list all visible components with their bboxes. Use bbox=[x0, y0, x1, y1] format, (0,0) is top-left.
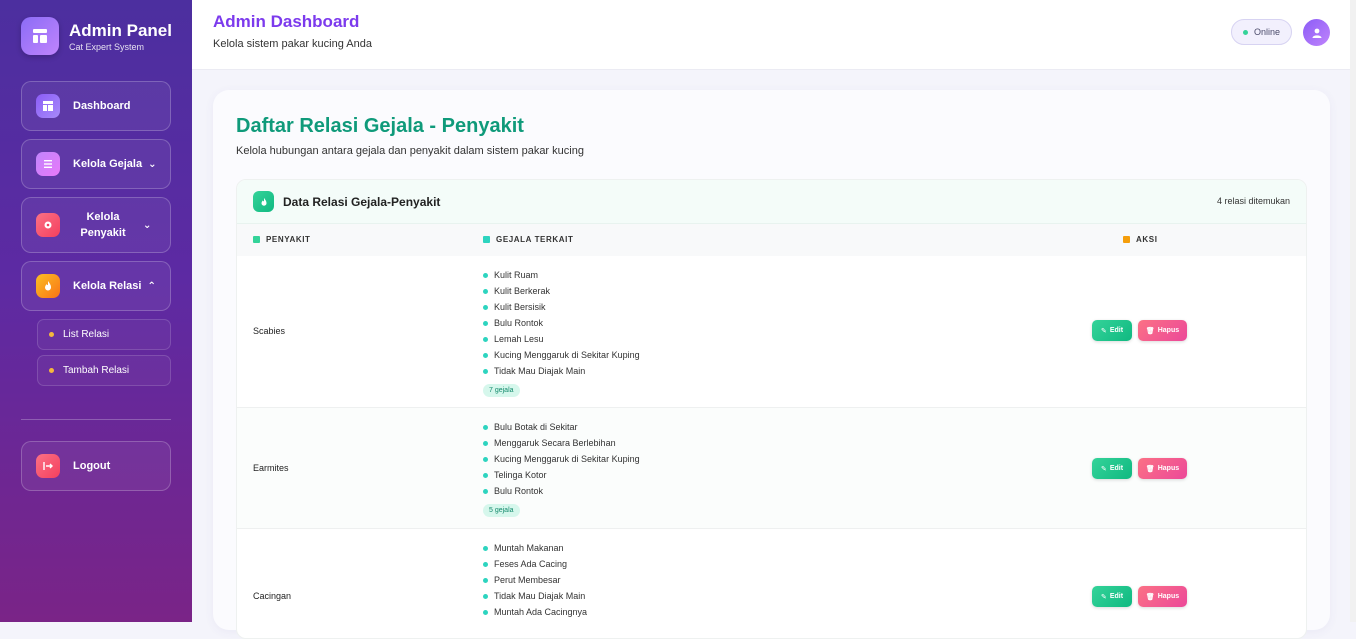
logout-icon bbox=[36, 454, 60, 478]
sidebar-item-label: Logout bbox=[73, 460, 111, 472]
bullet-icon bbox=[49, 332, 54, 337]
list-item: Kucing Menggaruk di Sekitar Kuping bbox=[483, 451, 640, 467]
online-dot-icon bbox=[1242, 29, 1248, 35]
list-item: Telinga Kotor bbox=[483, 467, 640, 483]
pencil-icon: ✎ bbox=[1100, 465, 1107, 473]
table-header: Data Relasi Gejala-Penyakit 4 relasi dit… bbox=[237, 180, 1306, 224]
scrollbar[interactable] bbox=[1350, 0, 1356, 622]
symptom-list: Muntah Makanan Feses Ada Cacing Perut Me… bbox=[483, 540, 587, 620]
pencil-icon: ✎ bbox=[1100, 593, 1107, 601]
list-item: Kucing Menggaruk di Sekitar Kuping bbox=[483, 347, 640, 363]
edit-button[interactable]: ✎ Edit bbox=[1092, 458, 1132, 479]
edit-button[interactable]: ✎ Edit bbox=[1092, 320, 1132, 341]
table-title: Data Relasi Gejala-Penyakit bbox=[283, 194, 441, 209]
main-card: Daftar Relasi Gejala - Penyakit Kelola h… bbox=[213, 90, 1330, 639]
bullet-icon bbox=[49, 368, 54, 373]
brand-subtitle: Cat Expert System bbox=[69, 41, 145, 52]
page-subtitle: Kelola hubungan antara gejala dan penyak… bbox=[236, 145, 584, 157]
column-headers: PENYAKIT GEJALA TERKAIT AKSI bbox=[237, 224, 1306, 256]
sidebar: Admin Panel Cat Expert System Dashboard … bbox=[0, 0, 192, 622]
delete-button[interactable]: 🗑 Hapus bbox=[1138, 586, 1187, 607]
dashboard-icon bbox=[36, 94, 60, 118]
list-item: Muntah Ada Cacingnya bbox=[483, 604, 587, 620]
sidebar-item-dashboard[interactable]: Dashboard bbox=[21, 81, 171, 131]
status-badge: Online bbox=[1231, 19, 1292, 45]
table-row: Cacingan Muntah Makanan Feses Ada Cacing… bbox=[237, 529, 1306, 638]
top-header: Admin Dashboard Kelola sistem pakar kuci… bbox=[192, 0, 1356, 70]
row-actions: ✎ Edit 🗑 Hapus bbox=[1092, 586, 1193, 607]
table-row: Earmites Bulu Botak di Sekitar Menggaruk… bbox=[237, 408, 1306, 529]
sidebar-subitem-label: Tambah Relasi bbox=[63, 365, 130, 376]
avatar[interactable] bbox=[1303, 19, 1330, 46]
delete-button[interactable]: 🗑 Hapus bbox=[1138, 458, 1187, 479]
column-header-gejala: GEJALA TERKAIT bbox=[483, 235, 573, 244]
list-item: Feses Ada Cacing bbox=[483, 556, 587, 572]
sidebar-item-kelola-relasi[interactable]: Kelola Relasi ⌃ bbox=[21, 261, 171, 311]
user-icon bbox=[1312, 28, 1321, 38]
sidebar-subitem-list-relasi[interactable]: List Relasi bbox=[37, 319, 171, 350]
page-title: Daftar Relasi Gejala - Penyakit bbox=[236, 115, 524, 137]
symptom-list: Bulu Botak di Sekitar Menggaruk Secara B… bbox=[483, 419, 640, 517]
disease-name: Scabies bbox=[253, 326, 286, 336]
disease-name: Cacingan bbox=[253, 591, 292, 601]
chevron-down-icon: ⌄ bbox=[148, 158, 157, 170]
list-item: Menggaruk Secara Berlebihan bbox=[483, 435, 640, 451]
sidebar-subitem-tambah-relasi[interactable]: Tambah Relasi bbox=[37, 355, 171, 386]
list-item: Bulu Rontok bbox=[483, 315, 640, 331]
list-item: Bulu Rontok bbox=[483, 483, 640, 499]
page-header-subtitle: Kelola sistem pakar kucing Anda bbox=[213, 38, 372, 50]
trash-icon: 🗑 bbox=[1145, 465, 1155, 473]
list-item: Bulu Botak di Sekitar bbox=[483, 419, 640, 435]
chevron-up-icon: ⌃ bbox=[147, 280, 156, 292]
trash-icon: 🗑 bbox=[1145, 327, 1155, 335]
sidebar-item-label: Kelola Penyakit bbox=[80, 211, 126, 239]
relations-table: Data Relasi Gejala-Penyakit 4 relasi dit… bbox=[236, 179, 1307, 639]
sidebar-item-kelola-gejala[interactable]: Kelola Gejala ⌄ bbox=[21, 139, 171, 189]
page-header-title: Admin Dashboard bbox=[213, 12, 360, 31]
sidebar-item-kelola-penyakit[interactable]: Kelola Penyakit ⌄ bbox=[21, 197, 171, 253]
sidebar-divider bbox=[21, 419, 171, 420]
delete-button[interactable]: 🗑 Hapus bbox=[1138, 320, 1187, 341]
list-item: Tidak Mau Diajak Main bbox=[483, 363, 640, 379]
pencil-icon: ✎ bbox=[1100, 327, 1107, 335]
list-item: Lemah Lesu bbox=[483, 331, 640, 347]
fire-icon bbox=[253, 191, 274, 212]
disease-name: Earmites bbox=[253, 463, 289, 473]
brand-title: Admin Panel bbox=[69, 20, 172, 40]
list-item: Kulit Berkerak bbox=[483, 283, 640, 299]
status-label: Online bbox=[1253, 27, 1280, 37]
result-count: 4 relasi ditemukan bbox=[1216, 196, 1290, 206]
list-item: Kulit Ruam bbox=[483, 267, 640, 283]
brand: Admin Panel Cat Expert System bbox=[21, 17, 172, 55]
column-header-penyakit: PENYAKIT bbox=[253, 235, 311, 244]
list-item: Kulit Bersisik bbox=[483, 299, 640, 315]
trash-icon: 🗑 bbox=[1145, 593, 1155, 601]
list-item: Tidak Mau Diajak Main bbox=[483, 588, 587, 604]
sidebar-item-label: Kelola Relasi bbox=[73, 280, 142, 292]
column-header-aksi: AKSI bbox=[1123, 235, 1158, 244]
list-item: Perut Membesar bbox=[483, 572, 587, 588]
sidebar-item-label: Kelola Gejala bbox=[73, 158, 143, 170]
fire-icon bbox=[36, 274, 60, 298]
sidebar-subitem-label: List Relasi bbox=[63, 329, 110, 340]
dashboard-logo-icon bbox=[21, 17, 59, 55]
sidebar-item-label: Dashboard bbox=[73, 100, 131, 112]
symptom-count-badge: 5 gejala bbox=[483, 504, 520, 517]
edit-button[interactable]: ✎ Edit bbox=[1092, 586, 1132, 607]
list-icon bbox=[36, 152, 60, 176]
chevron-down-icon: ⌄ bbox=[143, 219, 152, 231]
row-actions: ✎ Edit 🗑 Hapus bbox=[1092, 458, 1193, 479]
logout-button[interactable]: Logout bbox=[21, 441, 171, 491]
symptom-list: Kulit Ruam Kulit Berkerak Kulit Bersisik… bbox=[483, 267, 640, 397]
virus-icon bbox=[36, 213, 60, 237]
row-actions: ✎ Edit 🗑 Hapus bbox=[1092, 320, 1193, 341]
symptom-count-badge: 7 gejala bbox=[483, 384, 520, 397]
table-row: Scabies Kulit Ruam Kulit Berkerak Kulit … bbox=[237, 256, 1306, 408]
list-item: Muntah Makanan bbox=[483, 540, 587, 556]
